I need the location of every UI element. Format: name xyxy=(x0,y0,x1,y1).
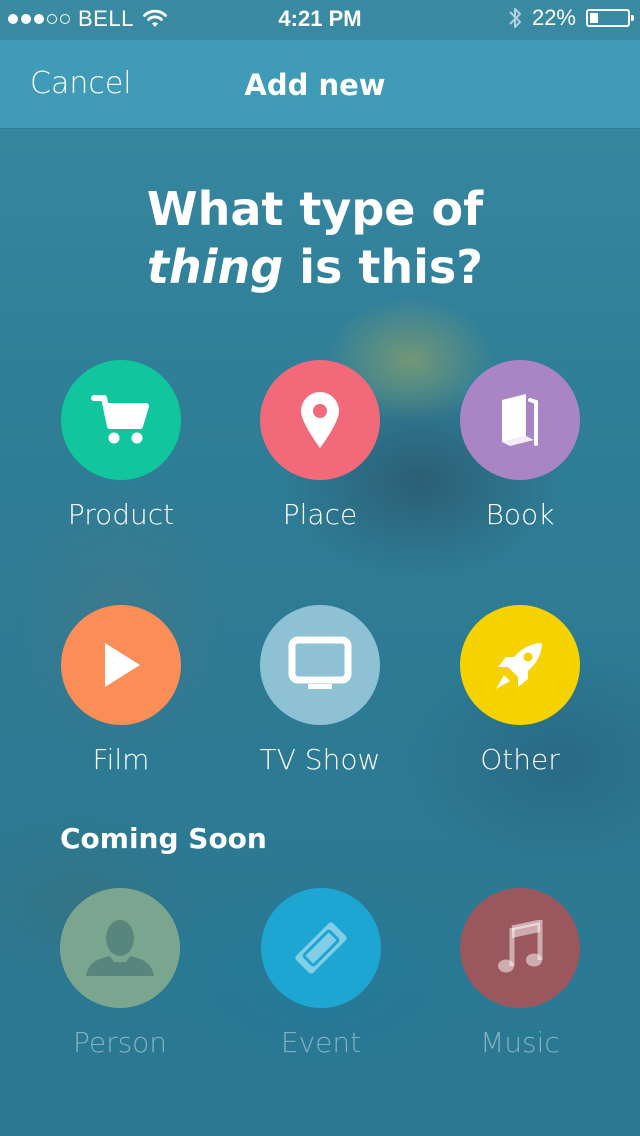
cart-icon xyxy=(91,395,149,444)
book-circle[interactable] xyxy=(460,360,580,480)
type-label: Book xyxy=(485,498,555,531)
title-line-1: What type of xyxy=(146,182,484,236)
coming-soon-label: Music xyxy=(480,1026,560,1059)
product-circle[interactable] xyxy=(61,360,181,480)
navigation-bar: Cancel Add new xyxy=(0,40,640,128)
type-option-book[interactable]: Book xyxy=(420,360,620,531)
person-circle xyxy=(60,888,180,1008)
play-icon xyxy=(105,643,140,687)
film-circle[interactable] xyxy=(61,605,181,725)
coming-soon-label: Person xyxy=(72,1026,168,1059)
event-circle xyxy=(261,888,381,1008)
title-line-2: thing is this? xyxy=(0,238,630,296)
coming-soon-music: Music xyxy=(420,888,620,1059)
type-option-other[interactable]: Other xyxy=(420,605,620,776)
map-pin-icon xyxy=(301,392,339,448)
person-icon xyxy=(86,920,154,976)
page-title: What type of thing is this? xyxy=(0,180,630,296)
type-label: TV Show xyxy=(259,743,381,776)
status-bar: BELL 4:21 PM 22% xyxy=(0,0,640,40)
coming-soon-person: Person xyxy=(20,888,220,1059)
type-label: Other xyxy=(480,743,560,776)
title-emphasis: thing xyxy=(147,240,284,294)
battery-icon xyxy=(586,9,634,27)
title-line-2-rest: is this? xyxy=(283,240,483,294)
rocket-icon xyxy=(496,643,542,689)
type-option-place[interactable]: Place xyxy=(220,360,420,531)
bluetooth-icon xyxy=(509,8,521,28)
nav-title: Add new xyxy=(244,68,386,102)
status-right: 22% xyxy=(508,5,634,31)
type-option-tv-show[interactable]: TV Show xyxy=(220,605,420,776)
coming-soon-heading: Coming Soon xyxy=(60,822,267,855)
coming-soon-label: Event xyxy=(280,1026,362,1059)
type-option-film[interactable]: Film xyxy=(21,605,221,776)
type-option-product[interactable]: Product xyxy=(21,360,221,531)
coming-soon-event: Event xyxy=(221,888,421,1059)
other-circle[interactable] xyxy=(460,605,580,725)
ticket-icon xyxy=(295,922,347,974)
type-label: Place xyxy=(282,498,358,531)
music-circle xyxy=(460,888,580,1008)
music-note-icon xyxy=(498,920,543,973)
battery-percentage: 22% xyxy=(531,5,576,30)
book-icon xyxy=(502,394,538,446)
tv-show-circle[interactable] xyxy=(260,605,380,725)
type-label: Film xyxy=(92,743,150,776)
tv-icon xyxy=(288,636,352,689)
type-label: Product xyxy=(67,498,175,531)
place-circle[interactable] xyxy=(260,360,380,480)
